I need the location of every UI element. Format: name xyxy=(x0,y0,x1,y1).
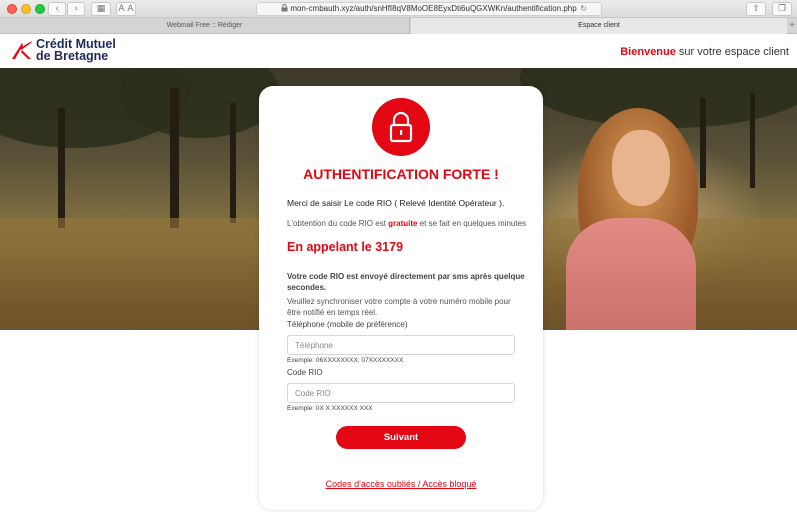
sms-text: Votre code RIO est envoyé directement pa… xyxy=(287,272,525,292)
minimize-window-button[interactable] xyxy=(21,4,31,14)
phone-hint: Exemple: 06XXXXXXXX; 07XXXXXXXX xyxy=(287,357,404,364)
welcome-rest: sur votre espace client xyxy=(675,46,789,58)
rio-hint: Exemple: 0X X XXXXXX XXX xyxy=(287,405,373,412)
tabs-icon[interactable]: ❐ xyxy=(772,2,792,16)
new-tab-button[interactable]: + xyxy=(789,18,795,34)
fullscreen-window-button[interactable] xyxy=(35,4,45,14)
lock-icon xyxy=(389,111,413,143)
close-window-button[interactable] xyxy=(7,4,17,14)
rio-input[interactable] xyxy=(287,383,515,403)
intro-text: Merci de saisir Le code RIO ( Relevé Ide… xyxy=(287,198,505,208)
lock-badge xyxy=(372,98,430,156)
tab-webmail[interactable]: Webmail Free :: Rédiger xyxy=(0,18,410,34)
forward-icon[interactable]: › xyxy=(67,2,85,16)
address-bar[interactable]: mon-cmbauth.xyz/auth/snHfI8qV8MoOE8EyxDt… xyxy=(256,2,602,16)
reload-icon[interactable]: ↻ xyxy=(580,3,587,15)
obtention-after: et se fait en quelques minutes xyxy=(417,219,527,228)
welcome-strong: Bienvenue xyxy=(620,46,676,58)
submit-button[interactable]: Suivant xyxy=(336,426,466,449)
card-title: AUTHENTIFICATION FORTE ! xyxy=(303,166,499,182)
tab-bar: Webmail Free :: Rédiger Espace client + xyxy=(0,18,797,34)
sync-text: Veuillez synchroniser votre compte à vot… xyxy=(287,297,511,317)
logo-line2: de Bretagne xyxy=(36,49,109,63)
logo[interactable]: Crédit Mutuel de Bretagne xyxy=(36,38,116,63)
address-url: mon-cmbauth.xyz/auth/snHfI8qV8MoOE8EyxDt… xyxy=(290,4,577,13)
welcome-message: Bienvenue sur votre espace client xyxy=(620,46,789,58)
browser-toolbar: ‹ › ▦ A A mon-cmbauth.xyz/auth/snHfI8qV8… xyxy=(0,0,797,18)
obtention-text: L'obtention du code RIO est gratuite et … xyxy=(287,218,527,229)
secure-lock-icon xyxy=(281,4,288,12)
call-number-text: En appelant le 3179 xyxy=(287,240,404,254)
reader-text-size-button[interactable]: A A xyxy=(116,2,136,16)
sidebar-icon[interactable]: ▦ xyxy=(91,2,111,16)
forgot-access-link[interactable]: Codes d'accès oubliés / Accès bloqué xyxy=(259,479,543,489)
tab-espace-client[interactable]: Espace client xyxy=(411,18,787,34)
rio-label: Code RIO xyxy=(287,368,323,377)
share-icon[interactable]: ⇧ xyxy=(746,2,766,16)
phone-label: Téléphone (mobile de préférence) xyxy=(287,320,408,329)
logo-icon xyxy=(12,41,32,59)
obtention-before: L'obtention du code RIO est xyxy=(287,219,389,228)
phone-input[interactable] xyxy=(287,335,515,355)
obtention-strong: gratuite xyxy=(388,219,418,228)
back-icon[interactable]: ‹ xyxy=(48,2,66,16)
